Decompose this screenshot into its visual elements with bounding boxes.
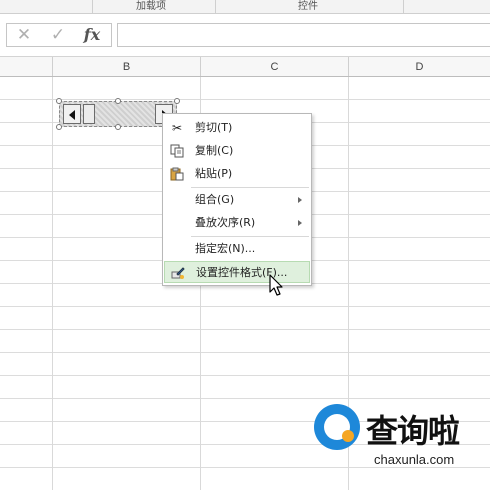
resize-handle[interactable] bbox=[115, 124, 121, 130]
menu-item-label: 剪切(T) bbox=[195, 121, 233, 134]
menu-item-paste[interactable]: 粘贴(P) bbox=[164, 163, 310, 185]
column-header-d[interactable]: D bbox=[349, 57, 490, 76]
ribbon-separator bbox=[215, 0, 216, 13]
menu-item-label: 粘贴(P) bbox=[195, 167, 233, 180]
ribbon-separator bbox=[403, 0, 404, 13]
paste-icon bbox=[170, 167, 184, 181]
formula-bar: ✕ ✓ fx bbox=[0, 14, 490, 57]
resize-handle[interactable] bbox=[56, 98, 62, 104]
ribbon-bar: 加载项 控件 bbox=[0, 0, 490, 14]
enter-icon[interactable]: ✓ bbox=[41, 24, 75, 46]
menu-item-group[interactable]: 组合(G) bbox=[164, 189, 310, 211]
menu-item-label: 组合(G) bbox=[195, 193, 235, 206]
watermark-logo: 查询啦 chaxunla.com bbox=[312, 400, 482, 474]
column-header-a[interactable] bbox=[0, 57, 53, 76]
submenu-arrow-icon bbox=[298, 220, 302, 226]
menu-item-label: 叠放次序(R) bbox=[195, 216, 256, 229]
ribbon-group-addins[interactable]: 加载项 bbox=[136, 0, 166, 12]
scroll-thumb[interactable] bbox=[83, 104, 95, 124]
scrollbar-control[interactable] bbox=[56, 98, 180, 130]
ribbon-group-controls[interactable]: 控件 bbox=[298, 0, 318, 12]
resize-handle[interactable] bbox=[115, 98, 121, 104]
watermark-title: 查询啦 bbox=[366, 412, 460, 450]
menu-divider bbox=[191, 187, 309, 188]
column-header-b[interactable]: B bbox=[53, 57, 201, 76]
search-logo-dot bbox=[342, 430, 354, 442]
column-header-row: B C D bbox=[0, 57, 490, 77]
column-header-c[interactable]: C bbox=[201, 57, 349, 76]
menu-item-order[interactable]: 叠放次序(R) bbox=[164, 212, 310, 234]
ribbon-separator bbox=[92, 0, 93, 13]
watermark-url: chaxunla.com bbox=[374, 452, 455, 467]
menu-item-assign-macro[interactable]: 指定宏(N)... bbox=[164, 238, 310, 260]
formula-input[interactable] bbox=[117, 23, 490, 47]
resize-handle[interactable] bbox=[56, 124, 62, 130]
format-control-icon bbox=[171, 266, 185, 280]
formula-buttons: ✕ ✓ fx bbox=[6, 23, 112, 47]
menu-item-copy[interactable]: 复制(C) bbox=[164, 140, 310, 162]
menu-divider bbox=[191, 236, 309, 237]
menu-item-cut[interactable]: ✂ 剪切(T) bbox=[164, 117, 310, 139]
cancel-icon[interactable]: ✕ bbox=[7, 24, 41, 46]
menu-item-format-control[interactable]: 设置控件格式(F)... bbox=[164, 261, 310, 283]
scroll-left-button[interactable] bbox=[63, 104, 81, 124]
copy-icon bbox=[170, 144, 184, 158]
mouse-cursor-icon bbox=[269, 274, 285, 298]
menu-item-label: 复制(C) bbox=[195, 144, 234, 157]
resize-handle[interactable] bbox=[174, 98, 180, 104]
menu-item-label: 指定宏(N)... bbox=[195, 242, 256, 255]
left-arrow-icon bbox=[69, 110, 75, 120]
context-menu: ✂ 剪切(T) 复制(C) 粘贴(P) 组合(G) 叠放次序(R) 指定宏(N)… bbox=[162, 113, 312, 286]
scissors-icon: ✂ bbox=[171, 121, 183, 135]
submenu-arrow-icon bbox=[298, 197, 302, 203]
insert-function-button[interactable]: fx bbox=[75, 24, 109, 46]
